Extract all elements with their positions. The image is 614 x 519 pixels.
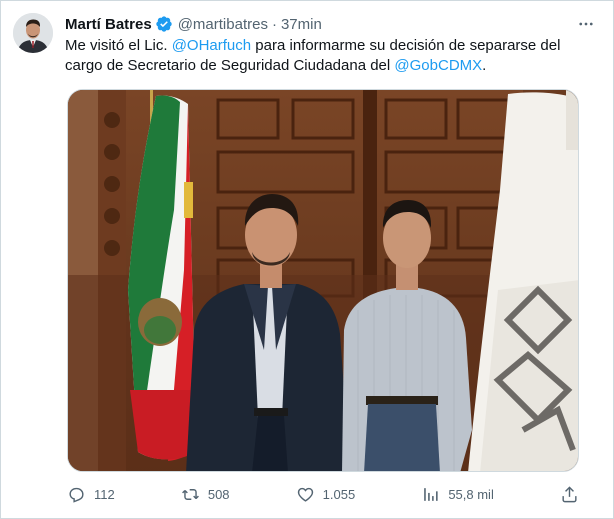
views-count: 55,8 mil — [448, 486, 494, 502]
mention-link[interactable]: @GobCDMX — [394, 57, 482, 74]
tweet-timestamp[interactable]: 37min — [281, 16, 322, 33]
tweet-text-part: Me visitó el Lic. — [65, 37, 172, 54]
retweet-count: 508 — [207, 486, 230, 502]
views-button[interactable]: 55,8 mil — [421, 485, 494, 504]
tweet-header: Martí Batres @martibatres · 37min — [65, 13, 599, 35]
tweet-text: Me visitó el Lic. @OHarfuch para informa… — [65, 36, 580, 76]
views-chart-icon — [424, 487, 438, 501]
tweet-card[interactable]: Martí Batres @martibatres · 37min Me vis… — [0, 0, 614, 519]
author-handle[interactable]: @martibatres — [178, 16, 268, 33]
share-icon — [562, 485, 577, 502]
separator-dot: · — [271, 15, 277, 33]
reply-count: 112 — [94, 486, 115, 502]
verified-badge-icon — [155, 15, 173, 33]
retweet-icon — [181, 488, 199, 500]
tweet-photo[interactable] — [67, 89, 579, 472]
reply-button[interactable]: 112 — [67, 485, 115, 504]
like-button[interactable]: 1.055 — [296, 485, 356, 504]
avatar-image — [13, 13, 53, 53]
avatar[interactable] — [13, 13, 53, 53]
like-count: 1.055 — [322, 486, 356, 502]
reply-icon — [69, 487, 84, 503]
tweet-text-part: . — [482, 57, 487, 74]
heart-icon — [297, 487, 313, 502]
tweet-actions: 112 508 1.055 55,8 mil — [67, 483, 579, 505]
photo-image — [68, 90, 578, 471]
share-button[interactable] — [560, 485, 579, 504]
more-options-icon[interactable] — [573, 11, 599, 37]
retweet-button[interactable]: 508 — [181, 485, 230, 504]
tweet-content: Martí Batres @martibatres · 37min Me vis… — [65, 13, 599, 76]
mention-link[interactable]: @OHarfuch — [172, 37, 251, 54]
author-name[interactable]: Martí Batres — [65, 16, 152, 33]
